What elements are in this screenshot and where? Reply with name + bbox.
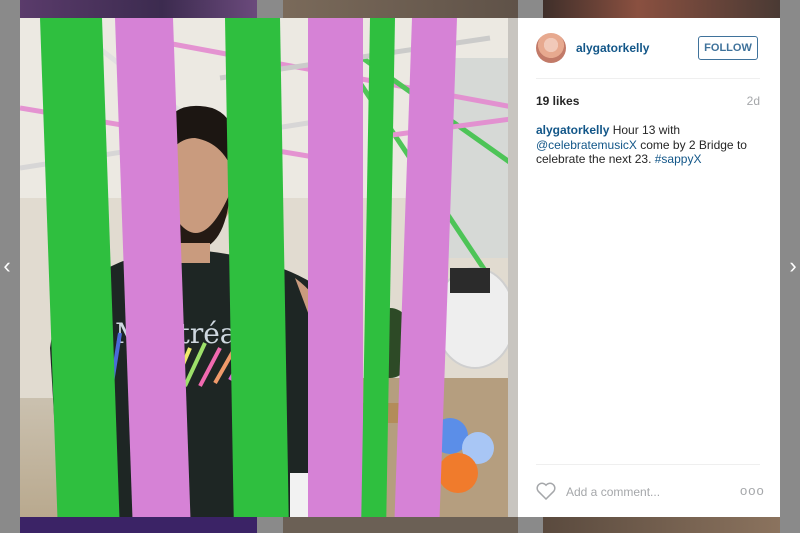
- chevron-right-icon: ›: [789, 253, 797, 278]
- follow-button[interactable]: FOLLOW: [698, 36, 758, 60]
- next-post-button[interactable]: ›: [786, 254, 800, 278]
- background-thumbnail[interactable]: [20, 0, 257, 18]
- previous-post-button[interactable]: ‹: [0, 254, 14, 278]
- likes-count[interactable]: 19 likes: [536, 94, 579, 108]
- post-sidebar: alygatorkelly FOLLOW 19 likes 2d alygato…: [518, 18, 780, 517]
- photo-scene: Montréal: [20, 18, 518, 517]
- caption: alygatorkelly Hour 13 with @celebratemus…: [536, 123, 762, 167]
- background-thumbnail[interactable]: [283, 0, 518, 18]
- background-thumbnail[interactable]: [283, 517, 518, 533]
- background-thumbnail[interactable]: [543, 0, 780, 18]
- caption-username[interactable]: alygatorkelly: [536, 123, 609, 137]
- more-options-icon[interactable]: ooo: [740, 482, 764, 500]
- caption-mention[interactable]: @celebratemusicX: [536, 138, 637, 152]
- background-thumbnail[interactable]: [543, 517, 780, 533]
- chevron-left-icon: ‹: [3, 253, 11, 278]
- post-modal: Montréal: [20, 18, 780, 517]
- username-link[interactable]: alygatorkelly: [576, 41, 649, 55]
- comment-bar: ooo: [518, 464, 780, 517]
- post-photo[interactable]: Montréal: [20, 18, 518, 517]
- divider: [536, 78, 760, 79]
- post-age[interactable]: 2d: [747, 94, 760, 108]
- caption-text: Hour 13 with: [609, 123, 681, 137]
- caption-hashtag[interactable]: #sappyX: [655, 152, 702, 166]
- comment-input[interactable]: [566, 484, 716, 500]
- heart-icon[interactable]: [536, 482, 556, 500]
- avatar[interactable]: [536, 33, 566, 63]
- post-header: alygatorkelly FOLLOW: [518, 18, 780, 78]
- background-thumbnail[interactable]: [20, 517, 257, 533]
